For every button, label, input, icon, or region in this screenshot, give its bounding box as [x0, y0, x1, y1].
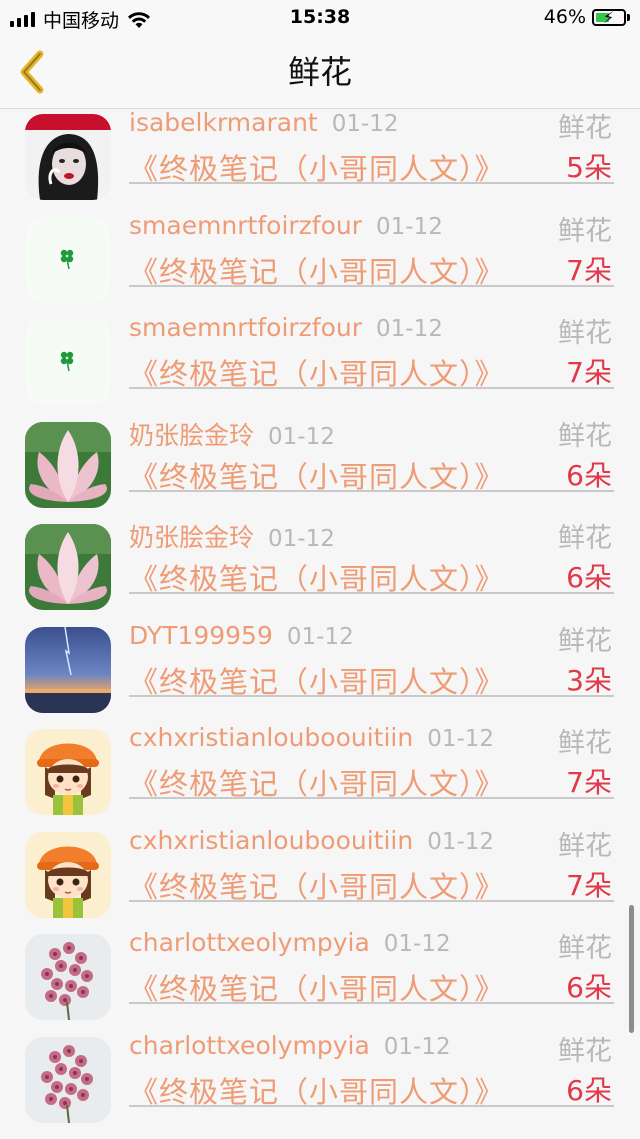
date: 01-12 [383, 931, 451, 957]
battery-percent: 46% [543, 6, 586, 28]
username[interactable]: cxhxristianlouboouitiin [129, 826, 413, 855]
date: 01-12 [331, 111, 399, 137]
gift-type: 鲜花 [558, 1035, 612, 1067]
username[interactable]: DYT199959 [129, 621, 273, 650]
username[interactable]: 奶张脍金玲 [129, 421, 254, 450]
avatar[interactable] [25, 319, 111, 405]
date: 01-12 [268, 423, 335, 450]
username[interactable]: isabelkrmarant [129, 109, 318, 137]
avatar[interactable] [25, 1036, 111, 1123]
status-bar: 中国移动 15:38 46% ⚡ [0, 0, 640, 36]
username[interactable]: smaemnrtfoirzfour [129, 211, 362, 240]
list-item[interactable]: cxhxristianlouboouitiin 01-12 《终极笔记（小哥同人文）… [0, 719, 640, 822]
flower-count: 5朵 [566, 151, 612, 184]
avatar[interactable] [25, 421, 111, 508]
gift-type: 鲜花 [558, 523, 612, 554]
date: 01-12 [268, 526, 335, 552]
flower-count: 6朵 [566, 971, 612, 1004]
divider [129, 694, 614, 697]
list-item[interactable]: smaemnrtfoirzfour 01-12 《终极笔记（小哥同人文）》 鲜花 7朵 [0, 309, 640, 412]
scrollbar[interactable] [629, 905, 634, 1033]
list-item[interactable]: smaemnrtfoirzfour 01-12 《终极笔记（小哥同人文）》 鲜花 7朵 [0, 207, 640, 310]
username[interactable]: smaemnrtfoirzfour [129, 313, 362, 342]
flower-count: 6朵 [566, 561, 612, 594]
divider [129, 592, 614, 594]
flower-count: 6朵 [566, 458, 612, 492]
list-item[interactable]: 奶张脍金玲 01-12 《终极笔记（小哥同人文）》 鲜花 6朵 [0, 412, 640, 515]
flower-count: 7朵 [566, 253, 612, 287]
date: 01-12 [427, 726, 495, 752]
divider [129, 284, 614, 287]
list-item[interactable]: charlottxeolympyia 01-12 《终极笔记（小哥同人文）》 鲜花 6朵 [0, 924, 640, 1027]
divider [129, 182, 614, 184]
flower-count: 7朵 [566, 356, 612, 389]
username[interactable]: charlottxeolympyia [129, 928, 370, 957]
gift-type: 鲜花 [558, 830, 612, 862]
page-title: 鲜花 [287, 53, 352, 91]
gift-type: 鲜花 [558, 318, 612, 349]
divider [129, 899, 614, 902]
gift-type: 鲜花 [558, 215, 612, 247]
date: 01-12 [376, 213, 443, 240]
divider [129, 797, 614, 799]
list-item[interactable]: charlottxeolympyia 01-12 《终极笔记（小哥同人文）》 鲜花 6朵 [0, 1027, 640, 1130]
gift-type: 鲜花 [558, 728, 612, 759]
avatar[interactable] [25, 114, 111, 200]
date: 01-12 [427, 828, 495, 855]
gift-type: 鲜花 [558, 625, 612, 657]
flower-count: 3朵 [566, 663, 612, 697]
flower-list: isabelkrmarant 01-12 《终极笔记（小哥同人文）》 鲜花 5朵 smae… [0, 109, 640, 1139]
list-item[interactable]: isabelkrmarant 01-12 《终极笔记（小哥同人文）》 鲜花 5朵 [0, 109, 640, 207]
divider [129, 1002, 614, 1004]
list-item[interactable]: cxhxristianlouboouitiin 01-12 《终极笔记（小哥同人文）… [0, 822, 640, 925]
avatar[interactable] [25, 831, 111, 918]
flower-count: 7朵 [566, 868, 612, 902]
battery-icon: ⚡ [592, 8, 626, 27]
divider [129, 1104, 614, 1107]
username[interactable]: cxhxristianlouboouitiin [129, 723, 413, 752]
username[interactable]: 奶张脍金玲 [129, 523, 254, 552]
avatar[interactable] [25, 934, 111, 1020]
divider [129, 387, 614, 389]
date: 01-12 [286, 623, 354, 650]
username[interactable]: charlottxeolympyia [129, 1031, 370, 1060]
avatar[interactable] [25, 626, 111, 713]
flower-count: 6朵 [566, 1073, 612, 1107]
flower-count: 7朵 [566, 766, 612, 799]
list-item[interactable]: DYT199959 01-12 《终极笔记（小哥同人文）》 鲜花 3朵 [0, 617, 640, 720]
divider [129, 489, 614, 492]
date: 01-12 [376, 316, 443, 342]
gift-type: 鲜花 [558, 420, 612, 452]
gift-type: 鲜花 [558, 933, 612, 964]
gift-type: 鲜花 [558, 113, 612, 144]
avatar[interactable] [25, 729, 111, 815]
nav-bar: 鲜花 [0, 36, 640, 109]
date: 01-12 [383, 1033, 451, 1060]
avatar[interactable] [25, 216, 111, 303]
list-item[interactable]: 奶张脍金玲 01-12 《终极笔记（小哥同人文）》 鲜花 6朵 [0, 514, 640, 617]
avatar[interactable] [25, 524, 111, 610]
